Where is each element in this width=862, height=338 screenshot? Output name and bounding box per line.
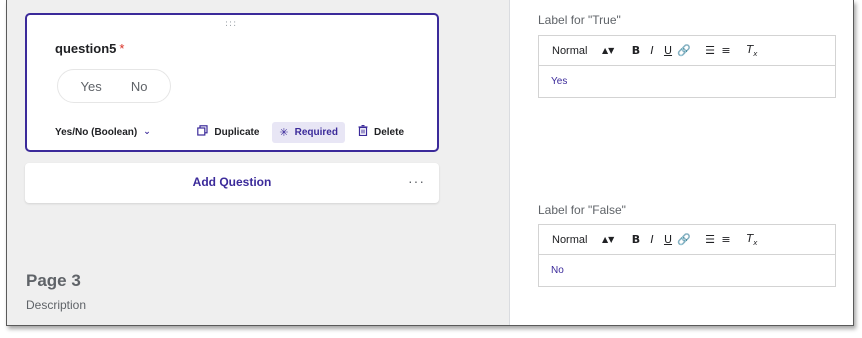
false-label-editor: Normal ▲▼ B I U 🔗 ☰ ≡ Tx No xyxy=(538,224,836,287)
page-title[interactable]: Page 3 xyxy=(26,271,81,291)
properties-pane: Label for "True" Normal ▲▼ B I U 🔗 ☰ ≡ T… xyxy=(510,0,853,325)
question-type-label: Yes/No (Boolean) xyxy=(55,126,138,138)
required-button[interactable]: ✳ Required xyxy=(272,121,345,143)
question-card[interactable]: ::: question5 * Yes No Yes/No (Boolean) ⌄ xyxy=(25,13,439,152)
underline-icon[interactable]: U xyxy=(660,44,676,57)
add-question-button[interactable]: Add Question xyxy=(25,175,439,189)
editor-frame: ::: question5 * Yes No Yes/No (Boolean) ⌄ xyxy=(6,0,854,326)
text-style-select[interactable]: Normal xyxy=(552,45,602,57)
drag-handle-icon[interactable]: ::: xyxy=(225,19,237,29)
question-actions: Duplicate ✳ Required Delete xyxy=(190,121,411,143)
up-down-icon[interactable]: ▲▼ xyxy=(602,235,628,244)
duplicate-label: Duplicate xyxy=(214,126,260,138)
question-type-select[interactable]: Yes/No (Boolean) ⌄ xyxy=(55,127,151,138)
true-editor-toolbar: Normal ▲▼ B I U 🔗 ☰ ≡ Tx xyxy=(539,36,835,66)
text-style-select[interactable]: Normal xyxy=(552,234,602,246)
delete-label: Delete xyxy=(373,126,404,138)
no-option[interactable]: No xyxy=(131,79,148,94)
question-title-text[interactable]: question5 xyxy=(55,41,116,56)
add-question-bar: Add Question ··· xyxy=(25,163,439,203)
required-star: * xyxy=(119,41,125,56)
true-label-editor: Normal ▲▼ B I U 🔗 ☰ ≡ Tx Yes xyxy=(538,35,836,98)
false-editor-toolbar: Normal ▲▼ B I U 🔗 ☰ ≡ Tx xyxy=(539,225,835,255)
up-down-icon[interactable]: ▲▼ xyxy=(602,46,628,55)
italic-icon[interactable]: I xyxy=(644,44,660,57)
question-footer: Yes/No (Boolean) ⌄ Duplicate ✳ Required xyxy=(55,121,411,143)
ordered-list-icon[interactable]: ☰ xyxy=(702,44,718,57)
false-label-value[interactable]: No xyxy=(539,255,835,286)
yes-option[interactable]: Yes xyxy=(81,79,102,94)
clear-format-icon[interactable]: Tx xyxy=(744,232,760,247)
asterisk-icon: ✳ xyxy=(279,125,289,139)
required-label: Required xyxy=(294,126,338,138)
bold-icon[interactable]: B xyxy=(628,44,644,57)
underline-icon[interactable]: U xyxy=(660,233,676,246)
clear-format-icon[interactable]: Tx xyxy=(744,43,760,58)
true-label-value[interactable]: Yes xyxy=(539,66,835,97)
true-label-heading: Label for "True" xyxy=(538,13,621,27)
delete-button[interactable]: Delete xyxy=(351,121,411,143)
questions-pane: ::: question5 * Yes No Yes/No (Boolean) ⌄ xyxy=(7,0,509,325)
bullet-list-icon[interactable]: ≡ xyxy=(718,233,734,246)
yes-no-toggle[interactable]: Yes No xyxy=(57,69,171,103)
link-icon[interactable]: 🔗 xyxy=(676,233,692,246)
link-icon[interactable]: 🔗 xyxy=(676,44,692,57)
duplicate-icon xyxy=(197,125,209,139)
more-horizontal-icon[interactable]: ··· xyxy=(408,173,425,189)
page-description[interactable]: Description xyxy=(26,298,86,312)
chevron-down-icon: ⌄ xyxy=(143,127,151,137)
ordered-list-icon[interactable]: ☰ xyxy=(702,233,718,246)
trash-icon xyxy=(358,125,368,139)
false-label-heading: Label for "False" xyxy=(538,203,626,217)
duplicate-button[interactable]: Duplicate xyxy=(190,121,266,143)
bold-icon[interactable]: B xyxy=(628,233,644,246)
question-title[interactable]: question5 * xyxy=(55,41,124,56)
italic-icon[interactable]: I xyxy=(644,233,660,246)
bullet-list-icon[interactable]: ≡ xyxy=(718,44,734,57)
